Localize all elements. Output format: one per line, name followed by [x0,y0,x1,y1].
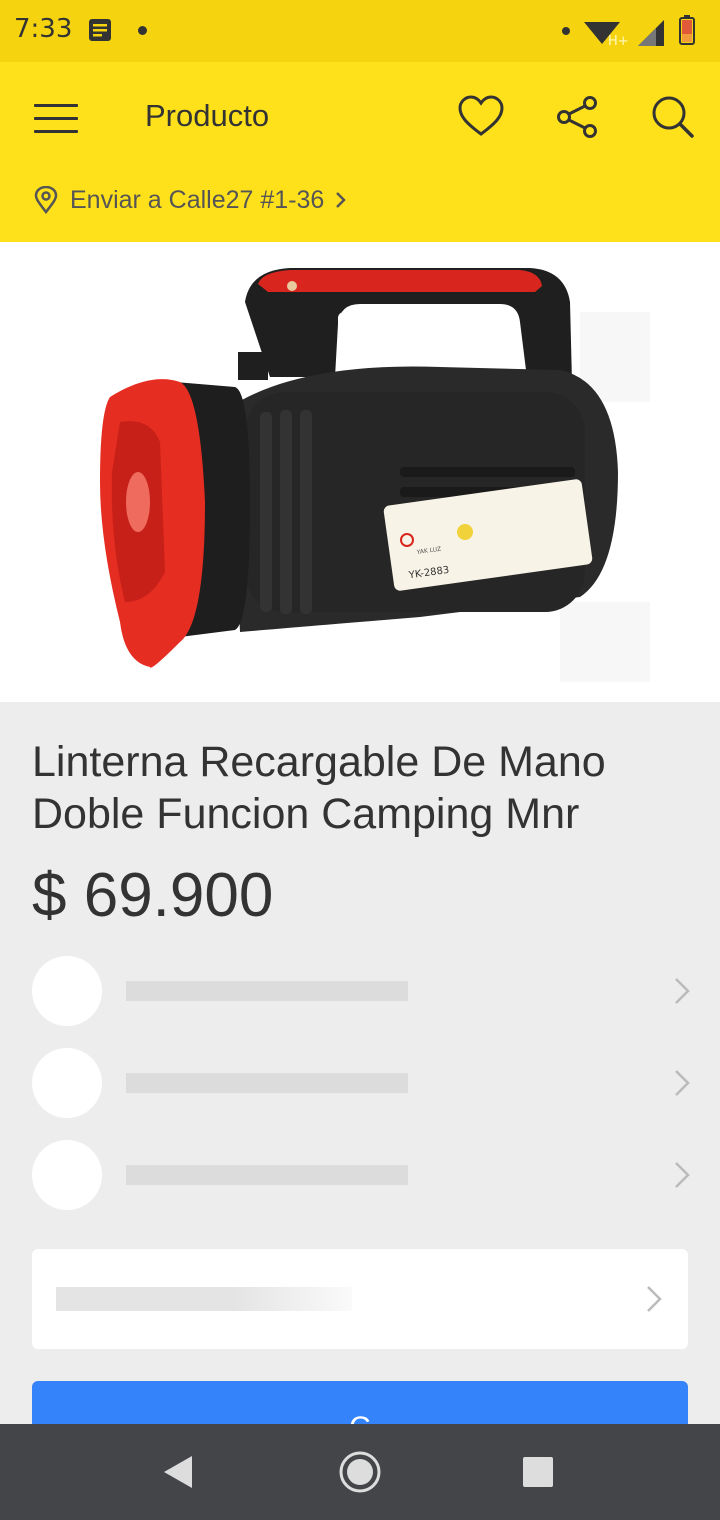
location-pin-icon [34,186,58,214]
chevron-right-icon [675,978,690,1004]
status-time: 7:33 [14,14,73,44]
list-item[interactable] [32,1140,692,1210]
recents-icon[interactable] [514,1448,562,1496]
app-bar: Producto Enviar a Calle27 #1-36 [0,62,720,242]
network-type-label: H+ [608,34,629,48]
status-bar: 7:33 H+ [0,0,720,62]
page-title: Producto [145,98,270,133]
chevron-right-icon [647,1286,662,1312]
back-icon[interactable] [154,1448,202,1496]
skeleton-text [126,981,408,1001]
skeleton-text [126,1073,408,1093]
address-label: Enviar a Calle27 #1-36 [70,185,325,214]
dot-icon [138,26,147,35]
search-icon[interactable] [648,92,698,142]
chevron-right-icon [336,192,347,208]
shipping-address[interactable]: Enviar a Calle27 #1-36 [34,182,348,218]
skeleton-text [126,1165,408,1185]
status-indicators: H+ [562,15,695,48]
hamburger-line [34,117,78,120]
hamburger-line [34,130,78,133]
skeleton-avatar [32,1048,102,1118]
hamburger-menu-icon [34,104,78,107]
product-image[interactable]: YK-2883 YAK LUZ [0,242,720,702]
skeleton-card[interactable] [32,1249,688,1349]
skeleton-text [56,1287,352,1311]
notification-icon [89,19,111,41]
skeleton-avatar [32,956,102,1026]
list-item[interactable] [32,956,692,1026]
product-title: Linterna Recargable De Mano Doble Funcio… [32,738,606,838]
heart-icon[interactable] [456,92,506,142]
chevron-right-icon [675,1070,690,1096]
home-icon[interactable] [336,1448,384,1496]
skeleton-avatar [32,1140,102,1210]
product-price: $ 69.900 [32,861,274,930]
share-icon[interactable] [552,92,602,142]
flashlight-image: YK-2883 YAK LUZ [100,268,650,682]
system-nav-bar [0,1424,720,1520]
menu-button[interactable] [34,98,78,138]
dot-icon [562,27,570,35]
list-item[interactable] [32,1048,692,1118]
chevron-right-icon [675,1162,690,1188]
